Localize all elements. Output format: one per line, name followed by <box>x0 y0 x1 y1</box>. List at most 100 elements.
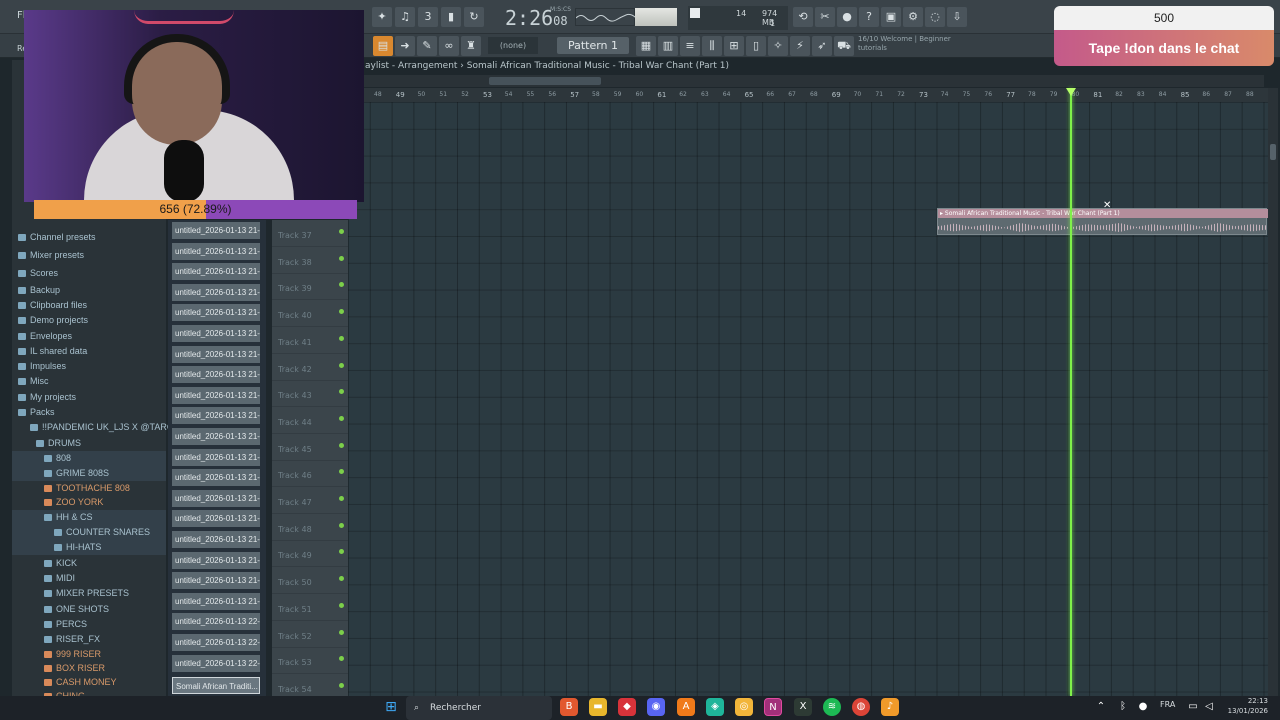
track-header[interactable]: Track 42 <box>272 354 348 381</box>
track-led-icon[interactable] <box>339 656 344 662</box>
browser-item[interactable]: GRIME 808S <box>12 466 166 481</box>
link-icon[interactable]: ∞ <box>439 36 459 56</box>
browser-item[interactable]: !!PANDEMIC UK_LJS X @TARGETT <box>12 420 191 435</box>
track-header[interactable]: Track 41 <box>272 327 348 354</box>
browser-item[interactable]: MIDI <box>12 571 166 586</box>
app-icon-orange[interactable]: A <box>677 698 695 716</box>
playlist-grid[interactable] <box>348 102 1270 696</box>
tray-bluetooth-icon[interactable]: ᛒ <box>1114 698 1132 716</box>
browser-item[interactable]: Backup <box>12 283 166 298</box>
wand-icon[interactable]: ✧ <box>768 36 788 56</box>
picker-item[interactable]: untitled_2026-01-13 21- <box>172 304 260 322</box>
audio-clip[interactable]: ▸ Somali African Traditional Music - Tri… <box>937 208 1268 235</box>
picker-item[interactable]: untitled_2026-01-13 22- <box>172 613 260 631</box>
track-led-icon[interactable] <box>339 522 344 528</box>
picker-item[interactable]: untitled_2026-01-13 21- <box>172 428 260 445</box>
pattern-selector[interactable]: Pattern 1 <box>557 37 629 54</box>
picker-item[interactable]: untitled_2026-01-13 21- <box>172 242 260 260</box>
browser-item[interactable]: 808 <box>12 451 166 466</box>
picker-item[interactable]: untitled_2026-01-13 21- <box>172 551 260 569</box>
browser-icon[interactable]: ≡ <box>680 36 700 56</box>
arrow-icon[interactable]: ➜ <box>395 36 415 56</box>
browser-item[interactable]: RISER_FX <box>12 632 166 647</box>
horizontal-scrollbar[interactable] <box>364 75 1264 87</box>
browser-item[interactable]: Envelopes <box>12 329 166 344</box>
browser-item[interactable]: My projects <box>12 390 166 405</box>
track-header[interactable]: Track 37 <box>272 220 348 247</box>
hierarchy-icon[interactable]: ⊞ <box>724 36 744 56</box>
tray-chevron-icon[interactable]: ⌃ <box>1092 698 1110 716</box>
chat-icon[interactable]: ◌ <box>925 7 945 27</box>
track-header[interactable]: Track 44 <box>272 407 348 434</box>
plug-icon[interactable]: ⚡ <box>790 36 810 56</box>
track-header[interactable]: Track 50 <box>272 567 348 595</box>
undo-icon[interactable]: ⟲ <box>793 7 813 27</box>
piano-roll-icon[interactable]: ▥ <box>658 36 678 56</box>
track-led-icon[interactable] <box>339 442 344 448</box>
track-led-icon[interactable] <box>339 629 344 635</box>
track-header[interactable]: Track 47 <box>272 487 348 514</box>
loop-record-icon[interactable]: ↻ <box>464 7 484 27</box>
track-header[interactable]: Track 52 <box>272 621 348 648</box>
cart-icon[interactable]: ⛟ <box>834 36 854 56</box>
playhead[interactable] <box>1070 88 1072 696</box>
track-header[interactable]: Track 43 <box>272 380 348 408</box>
tempo-icon[interactable]: ➶ <box>812 36 832 56</box>
track-header[interactable]: Track 45 <box>272 434 348 461</box>
track-led-icon[interactable] <box>339 602 344 608</box>
playhead-marker-icon[interactable] <box>1066 88 1076 96</box>
app-icon-teal[interactable]: ◈ <box>706 698 724 716</box>
taskbar-search[interactable]: ⌕ Rechercher <box>406 696 552 720</box>
track-header[interactable]: Track 38 <box>272 247 348 274</box>
playlist-icon[interactable]: ▤ <box>373 36 393 56</box>
picker-item[interactable]: untitled_2026-01-13 21- <box>172 263 260 281</box>
file-icon[interactable]: ▯ <box>746 36 766 56</box>
browser-item[interactable]: 999 RISER <box>12 647 166 662</box>
picker-item[interactable]: untitled_2026-01-13 22- <box>172 634 260 651</box>
timeline-ruler[interactable]: 48 49 50 51 52 53 54 55 56 57 58 59 60 61 62 63 64 65 66 67… <box>364 88 1270 102</box>
picker-item-selected[interactable]: Somali African Traditi... <box>172 677 260 694</box>
hint-panel[interactable]: 16/10 Welcome | Beginner tutorials <box>858 35 968 55</box>
browser-item[interactable]: Impulses <box>12 359 166 374</box>
track-header[interactable]: Track 40 <box>272 300 348 328</box>
browser-item[interactable]: DRUMS <box>12 436 166 451</box>
track-header[interactable]: Track 53 <box>272 647 348 675</box>
windows-start-icon[interactable]: ⊞ <box>382 698 400 716</box>
browser-item[interactable]: MIXER PRESETS <box>12 586 166 601</box>
browser-item[interactable]: PERCS <box>12 617 166 632</box>
browser-item[interactable]: HH & CS <box>12 510 166 525</box>
plugin-icon[interactable]: ⚙ <box>903 7 923 27</box>
picker-item[interactable]: untitled_2026-01-13 21- <box>172 366 260 384</box>
picker-item[interactable]: untitled_2026-01-13 21- <box>172 448 260 466</box>
track-led-icon[interactable] <box>339 335 344 341</box>
track-led-icon[interactable] <box>339 549 344 555</box>
tray-mic-icon[interactable]: ● <box>1134 698 1152 716</box>
none-selector[interactable]: (none) <box>488 37 538 54</box>
download-icon[interactable]: ⇩ <box>947 7 967 27</box>
browser-item[interactable]: BOX RISER <box>12 661 166 676</box>
track-led-icon[interactable] <box>339 682 344 688</box>
app-icon-red[interactable]: ◆ <box>618 698 636 716</box>
picker-item[interactable]: untitled_2026-01-13 21- <box>172 510 260 528</box>
track-header[interactable]: Track 39 <box>272 273 348 301</box>
track-led-icon[interactable] <box>339 469 344 475</box>
track-led-icon[interactable] <box>339 282 344 288</box>
cut-icon[interactable]: ✂ <box>815 7 835 27</box>
help-icon[interactable]: ? <box>859 7 879 27</box>
picker-item[interactable]: untitled_2026-01-13 21- <box>172 592 260 610</box>
tray-clock[interactable]: 22:13 13/01/2026 <box>1222 696 1268 716</box>
track-led-icon[interactable] <box>339 496 344 501</box>
file-explorer-icon[interactable]: ▬ <box>589 698 607 716</box>
track-led-icon[interactable] <box>339 415 344 421</box>
picker-item[interactable]: untitled_2026-01-13 21- <box>172 489 260 507</box>
spotify-icon[interactable]: ≋ <box>823 698 841 716</box>
picker-item[interactable]: untitled_2026-01-13 21- <box>172 283 260 301</box>
track-header[interactable]: Track 49 <box>272 540 348 568</box>
excel-icon[interactable]: X <box>794 698 812 716</box>
track-led-icon[interactable] <box>339 255 344 261</box>
browser-item[interactable]: HI-HATS <box>12 540 166 555</box>
mic-icon[interactable]: ● <box>837 7 857 27</box>
picker-item[interactable]: untitled_2026-01-13 21- <box>172 345 260 363</box>
track-led-icon[interactable] <box>339 309 344 315</box>
picker-item[interactable]: untitled_2026-01-13 21- <box>172 325 260 342</box>
